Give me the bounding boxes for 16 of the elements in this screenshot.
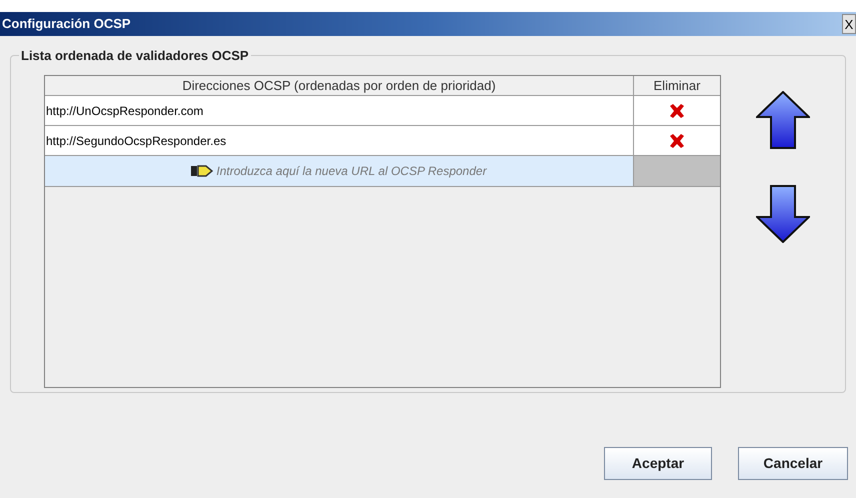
move-up-button[interactable]: [756, 91, 810, 149]
delete-button[interactable]: [669, 104, 685, 118]
cancel-button[interactable]: Cancelar: [738, 447, 848, 480]
accept-button[interactable]: Aceptar: [604, 447, 712, 480]
window-title: Configuración OCSP: [2, 15, 131, 34]
up-arrow-icon: [756, 91, 810, 149]
down-arrow-icon: [756, 185, 810, 243]
column-header: Direcciones OCSP (ordenadas por orden de prioridad): [45, 76, 634, 95]
delete-button[interactable]: [669, 134, 685, 148]
move-down-button[interactable]: [756, 185, 810, 243]
close-button[interactable]: X: [842, 14, 856, 34]
url-cell: http://UnOcspResponder.com: [45, 96, 634, 125]
url-cell: http://SegundoOcspResponder.es: [45, 126, 634, 155]
cross-icon: [669, 104, 685, 118]
cross-icon: [669, 134, 685, 148]
column-header: Eliminar: [652, 77, 702, 95]
